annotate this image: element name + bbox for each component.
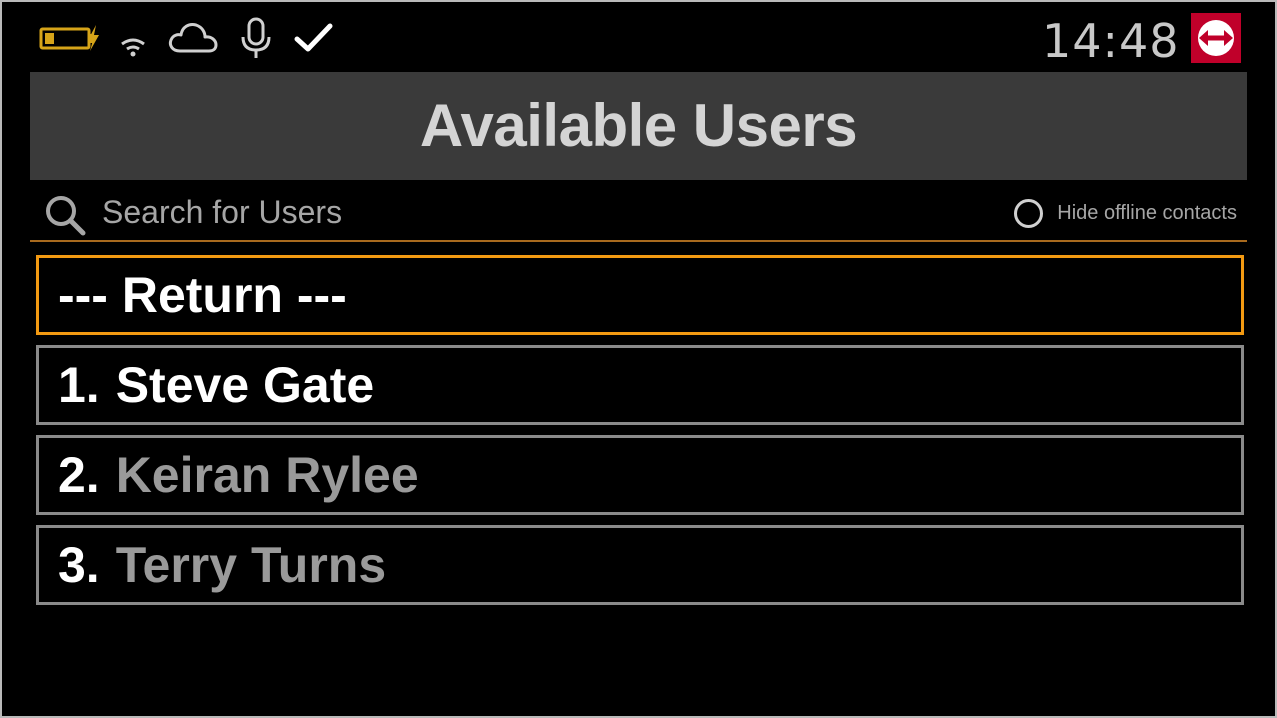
- user-item-steve-gate[interactable]: 1. Steve Gate: [36, 345, 1244, 425]
- cloud-icon: [168, 23, 218, 53]
- user-name: Steve Gate: [115, 357, 375, 413]
- wifi-icon: [121, 38, 145, 57]
- return-item[interactable]: --- Return ---: [36, 255, 1244, 335]
- user-number: 1.: [58, 357, 100, 413]
- page-title: Available Users: [419, 92, 858, 159]
- user-number: 2.: [58, 447, 100, 503]
- user-name: Keiran Rylee: [115, 447, 419, 503]
- hide-offline-radio[interactable]: [1014, 198, 1044, 228]
- hide-offline-toggle[interactable]: Hide offline contacts: [1014, 196, 1237, 230]
- status-bar: 14:48: [2, 2, 1275, 74]
- status-clock: 14:48: [1042, 14, 1180, 68]
- battery-charging-icon: [39, 25, 99, 51]
- title-bar: Available Users: [30, 72, 1247, 180]
- search-icon[interactable]: [42, 192, 90, 240]
- hide-offline-label: Hide offline contacts: [1057, 201, 1237, 224]
- user-list: --- Return --- 1. Steve Gate 2. Keiran R…: [36, 255, 1244, 615]
- user-item-keiran-rylee[interactable]: 2. Keiran Rylee: [36, 435, 1244, 515]
- user-name: Terry Turns: [115, 537, 387, 593]
- user-number: 3.: [58, 537, 100, 593]
- microphone-icon: [241, 17, 271, 58]
- search-row: Hide offline contacts: [30, 184, 1247, 242]
- checkmark-icon: [294, 23, 333, 52]
- screen: 14:48 Available Users Hide offline conta…: [2, 2, 1275, 716]
- search-input[interactable]: [102, 192, 702, 232]
- return-label: --- Return ---: [58, 267, 347, 323]
- teamviewer-logo[interactable]: [1191, 13, 1241, 63]
- user-item-terry-turns[interactable]: 3. Terry Turns: [36, 525, 1244, 605]
